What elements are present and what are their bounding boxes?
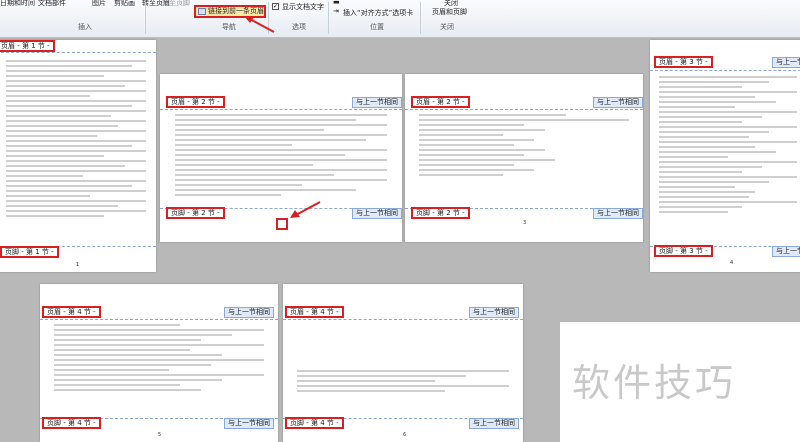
body-text bbox=[5, 60, 147, 220]
header-boundary bbox=[405, 109, 643, 110]
watermark-text: 软件技巧 bbox=[572, 361, 737, 405]
document-page[interactable]: 页眉 - 第 4 节 - 与上一节相同 页脚 - 第 4 节 - 与上一节相同 … bbox=[40, 284, 278, 442]
group-position-label: 位置 bbox=[370, 23, 384, 31]
show-doc-text-checkbox[interactable]: ✓ bbox=[272, 3, 279, 10]
body-text bbox=[174, 114, 388, 199]
same-as-previous-badge: 与上一节相同 bbox=[469, 307, 519, 318]
divider bbox=[420, 2, 421, 34]
ribbon-position-top: ▬ bbox=[333, 0, 340, 6]
same-as-previous-badge: 与上一节相同 bbox=[224, 418, 274, 429]
footer-label: 页脚 - 第 4 节 - bbox=[285, 417, 344, 429]
insert-align-tab-icon: ⇥ bbox=[333, 7, 339, 15]
page-number: 4 bbox=[730, 260, 734, 266]
page-number: 1 bbox=[76, 262, 80, 268]
header-label: 页眉 - 第 2 节 - bbox=[166, 96, 225, 108]
divider bbox=[145, 2, 146, 34]
document-page[interactable]: 页眉 - 第 3 节 - 与上一节相同 页脚 - 第 3 节 - 与上一节相同 … bbox=[650, 40, 800, 272]
divider bbox=[328, 2, 329, 34]
arrow-annotation-icon bbox=[290, 201, 321, 218]
arrow-annotation-icon bbox=[244, 16, 275, 33]
page-number: 6 bbox=[403, 432, 407, 438]
header-label: 页眉 - 第 3 节 - bbox=[654, 56, 713, 68]
same-as-previous-badge: 与上一节相同 bbox=[772, 57, 800, 68]
header-boundary bbox=[650, 70, 800, 71]
group-options-label: 选项 bbox=[292, 23, 306, 31]
header-boundary bbox=[283, 319, 523, 320]
document-page[interactable]: 页眉 - 第 4 节 - 与上一节相同 页脚 - 第 4 节 - 与上一节相同 … bbox=[283, 284, 523, 442]
insert-align-tab-button[interactable]: 插入“对齐方式”选项卡 bbox=[343, 8, 413, 18]
footer-label: 页脚 - 第 4 节 - bbox=[42, 417, 101, 429]
ribbon-item-clipart[interactable]: 剪贴画 bbox=[114, 0, 135, 8]
header-label: 页眉 - 第 4 节 - bbox=[285, 306, 344, 318]
body-text bbox=[297, 370, 509, 395]
document-page[interactable]: 页眉 - 第 1 节 - 页脚 - 第 1 节 - 1 bbox=[0, 40, 156, 272]
body-text bbox=[54, 324, 264, 394]
ribbon-item-picture[interactable]: 图片 bbox=[92, 0, 106, 8]
header-boundary bbox=[160, 109, 402, 110]
group-insert-label: 插入 bbox=[78, 23, 92, 31]
header-boundary bbox=[40, 319, 278, 320]
document-page[interactable]: 页眉 - 第 2 节 - 与上一节相同 页脚 - 第 2 节 - 与上一节相同 … bbox=[405, 74, 643, 242]
footer-label: 页脚 - 第 2 节 - bbox=[166, 207, 225, 219]
same-as-previous-badge: 与上一节相同 bbox=[593, 208, 643, 219]
same-as-previous-badge: 与上一节相同 bbox=[352, 97, 402, 108]
same-as-previous-badge: 与上一节相同 bbox=[224, 307, 274, 318]
show-doc-text-label: 显示文档文字 bbox=[282, 3, 324, 11]
ribbon: 日期和时间 文档部件 图片 剪贴画 转至页眉 转至页脚 插入 链接到前一条页眉 … bbox=[0, 0, 800, 38]
page-number: 3 bbox=[523, 220, 527, 226]
same-as-previous-badge: 与上一节相同 bbox=[469, 418, 519, 429]
same-as-previous-badge: 与上一节相同 bbox=[772, 246, 800, 257]
body-text bbox=[659, 76, 797, 216]
same-as-previous-badge: 与上一节相同 bbox=[352, 208, 402, 219]
link-icon bbox=[198, 8, 206, 15]
header-boundary bbox=[0, 52, 156, 53]
document-page[interactable]: 页眉 - 第 2 节 - 与上一节相同 页脚 - 第 2 节 - 与上一节相同 bbox=[160, 74, 402, 242]
group-nav-label: 导航 bbox=[222, 23, 236, 31]
header-label: 页眉 - 第 1 节 - bbox=[0, 40, 55, 52]
footer-label: 页脚 - 第 1 节 - bbox=[0, 246, 59, 258]
ribbon-item-date-time[interactable]: 日期和时间 bbox=[0, 0, 35, 8]
close-header-footer-button[interactable]: 页眉和页脚 bbox=[432, 7, 467, 17]
footer-label: 页脚 - 第 3 节 - bbox=[654, 245, 713, 257]
page-number: 5 bbox=[158, 432, 162, 438]
header-label: 页眉 - 第 2 节 - bbox=[411, 96, 470, 108]
group-close-label: 关闭 bbox=[440, 23, 454, 31]
footer-label: 页脚 - 第 2 节 - bbox=[411, 207, 470, 219]
same-as-previous-badge: 与上一节相同 bbox=[593, 97, 643, 108]
ribbon-item-goto-footer[interactable]: 转至页脚 bbox=[162, 0, 190, 8]
body-text bbox=[419, 114, 629, 179]
header-label: 页眉 - 第 4 节 - bbox=[42, 306, 101, 318]
ribbon-item-doc-parts[interactable]: 文档部件 bbox=[38, 0, 66, 8]
